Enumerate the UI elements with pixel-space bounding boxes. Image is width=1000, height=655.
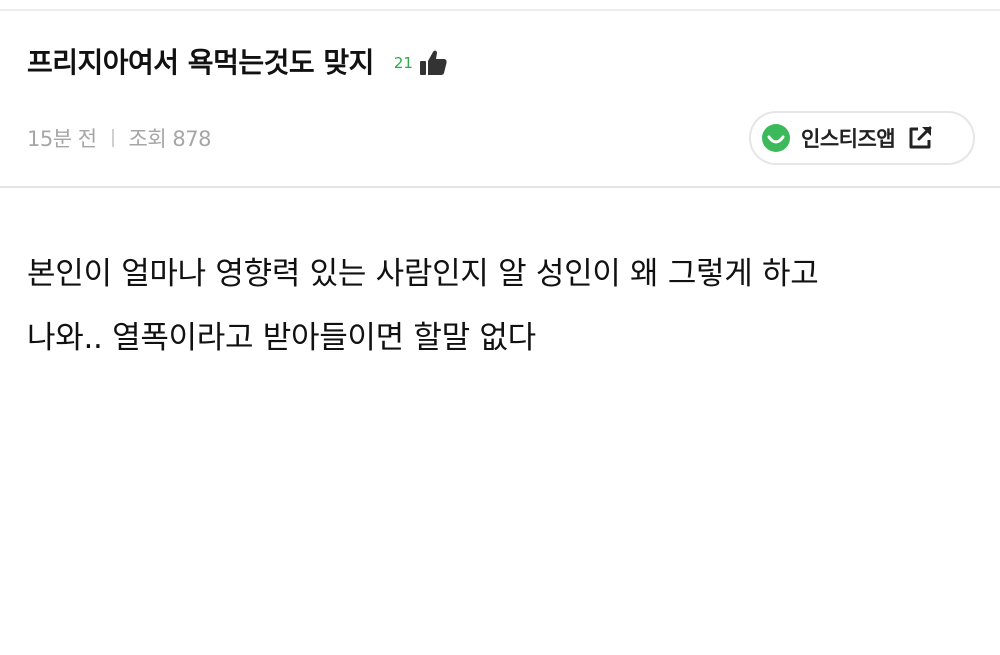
open-app-button[interactable]: 인스티즈앱 bbox=[749, 111, 975, 165]
thumbs-up-icon bbox=[419, 50, 447, 75]
post-time: 15분 전 bbox=[27, 127, 97, 151]
smile-icon bbox=[762, 124, 790, 152]
meta-divider bbox=[111, 129, 114, 147]
like-button[interactable]: 21 bbox=[394, 46, 450, 80]
like-count: 21 bbox=[393, 54, 413, 72]
post-header: 프리지아여서 욕먹는것도 맞지 21 15분 전 조회 878 인스티즈앱 bbox=[0, 11, 1000, 187]
header-divider bbox=[0, 186, 1000, 188]
title-row: 프리지아여서 욕먹는것도 맞지 21 bbox=[27, 41, 450, 81]
post-meta: 15분 전 조회 878 bbox=[27, 123, 211, 153]
post-title: 프리지아여서 욕먹는것도 맞지 bbox=[27, 46, 374, 79]
body-line: 나와.. 열폭이라고 받아들이면 할말 없다 bbox=[27, 320, 536, 356]
app-button-label: 인스티즈앱 bbox=[801, 127, 896, 151]
body-line: 본인이 얼마나 영향력 있는 사람인지 알 성인이 왜 그렇게 하고 bbox=[27, 256, 819, 292]
post-body: 본인이 얼마나 영향력 있는 사람인지 알 성인이 왜 그렇게 하고 나와.. … bbox=[27, 242, 967, 370]
external-link-icon bbox=[909, 126, 932, 149]
view-count: 조회 878 bbox=[128, 127, 212, 151]
